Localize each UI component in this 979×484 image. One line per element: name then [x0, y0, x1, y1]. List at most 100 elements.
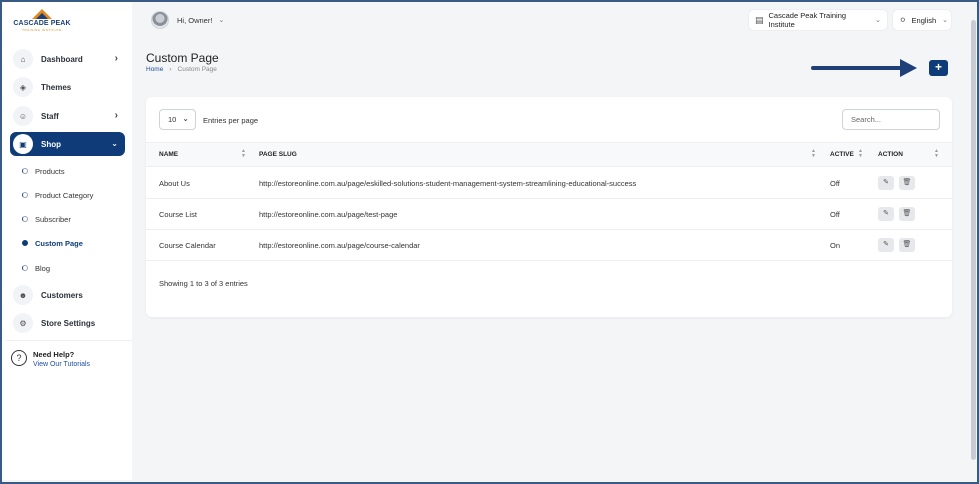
sidebar-item-themes[interactable]: ◈ Themes [10, 75, 125, 99]
sidebar-subitem-label: Custom Page [35, 238, 83, 248]
breadcrumb-home[interactable]: Home [146, 66, 163, 73]
sidebar-item-staff[interactable]: ☺ Staff › [10, 104, 125, 128]
search-input[interactable] [842, 109, 940, 130]
entries-per-page-select[interactable]: 10 ⌄ [159, 109, 196, 130]
sidebar-subitem-subscriber[interactable]: Subscriber [22, 211, 127, 227]
breadcrumb: Home › Custom Page [146, 66, 217, 73]
home-icon: ⌂ [13, 49, 33, 69]
submenu-dot-icon [22, 216, 28, 222]
help-title: Need Help? [33, 350, 75, 359]
help-box: ? Need Help? View Our Tutorials [6, 340, 132, 376]
cell-active: Off [830, 179, 840, 188]
edit-icon[interactable]: ✎ [878, 207, 894, 221]
entries-label: Entries per page [203, 116, 259, 125]
user-icon: ☻ [13, 285, 33, 305]
column-header-active[interactable]: ACTIVE [830, 151, 854, 158]
breadcrumb-current: Custom Page [177, 66, 217, 73]
table-row: Course Calendar http://estoreonline.com.… [146, 230, 952, 261]
cell-slug: http://estoreonline.com.au/page/eskilled… [259, 179, 637, 188]
language-label: English [911, 15, 937, 25]
user-menu[interactable]: Hi, Owner! ⌄ [151, 9, 224, 31]
chevron-down-icon: ⌄ [942, 17, 949, 24]
entries-value: 10 [168, 115, 177, 124]
trash-icon[interactable]: 🗑 [899, 207, 915, 221]
submenu-dot-icon [22, 168, 28, 174]
cell-slug: http://estoreonline.com.au/page/test-pag… [259, 210, 398, 219]
building-icon: ▤ [755, 14, 764, 25]
sidebar-subitem-blog[interactable]: Blog [22, 260, 127, 276]
sidebar-item-customers[interactable]: ☻ Customers [10, 283, 125, 307]
edit-icon[interactable]: ✎ [878, 176, 894, 190]
institute-selector[interactable]: ▤ Cascade Peak Training Institute ⌄ [749, 10, 887, 30]
shop-icon: ▣ [13, 134, 33, 154]
annotation-arrow-shaft [811, 66, 904, 70]
column-header-action: ACTION [878, 151, 903, 158]
sidebar-item-label: Themes [41, 82, 72, 92]
cell-slug: http://estoreonline.com.au/page/course-c… [259, 241, 420, 250]
tutorials-link[interactable]: View Our Tutorials [33, 361, 90, 368]
submenu-dot-icon [22, 192, 28, 198]
palette-icon: ◈ [13, 77, 33, 97]
custom-page-card: 10 ⌄ Entries per page NAME ▲▼ PAGE SLUG … [146, 97, 952, 317]
sidebar-subitem-custom-page[interactable]: Custom Page [22, 235, 127, 251]
table-header: NAME ▲ ▼ PAGE SLUG ▲ ▼ ACTIVE ▲ ▼ ACTION ▲ ▼ [146, 142, 952, 167]
trash-icon[interactable]: 🗑 [899, 238, 915, 252]
sidebar-item-shop[interactable]: ▣ Shop ⌄ [10, 132, 125, 156]
submenu-dot-icon [22, 265, 28, 271]
sidebar: CASCADE PEAK TRAINING INSTITUTE ⌂ Dashbo… [2, 2, 132, 480]
sort-icon[interactable]: ▲ ▼ [934, 149, 939, 159]
logo-subtitle: TRAINING INSTITUTE [22, 28, 62, 32]
chevron-right-icon: › [169, 66, 172, 73]
column-header-name[interactable]: NAME [159, 151, 178, 158]
submenu-dot-icon [22, 240, 28, 246]
logo-name: CASCADE PEAK [13, 20, 71, 27]
sort-icon[interactable]: ▲ ▼ [811, 149, 816, 159]
sidebar-item-dashboard[interactable]: ⌂ Dashboard › [10, 47, 125, 71]
table-row: Course List http://estoreonline.com.au/p… [146, 199, 952, 230]
sidebar-item-label: Store Settings [41, 318, 96, 328]
institute-name: Cascade Peak Training Institute [768, 11, 847, 29]
sort-icon[interactable]: ▲ ▼ [858, 149, 863, 159]
logo-roof-inner-icon [36, 13, 48, 19]
sidebar-item-label: Staff [41, 111, 59, 121]
cell-active: On [830, 241, 841, 250]
chevron-right-icon: › [114, 53, 118, 64]
chevron-right-icon: › [114, 110, 118, 121]
sidebar-item-label: Customers [41, 290, 83, 300]
sidebar-subitem-label: Product Category [35, 190, 94, 200]
sidebar-subitem-label: Blog [35, 263, 51, 273]
language-selector[interactable]: ⚪ English ⌄ [893, 10, 951, 30]
sidebar-subitem-label: Products [35, 166, 65, 176]
annotation-arrow-icon [900, 59, 917, 77]
cell-name: About Us [159, 179, 190, 188]
page-scrollbar[interactable] [971, 20, 976, 460]
user-greeting: Hi, Owner! [177, 15, 213, 25]
sort-icon[interactable]: ▲ ▼ [241, 149, 246, 159]
sidebar-item-store-settings[interactable]: ⚙ Store Settings [10, 311, 125, 335]
page-title: Custom Page [146, 51, 219, 65]
column-header-page-slug[interactable]: PAGE SLUG [259, 151, 297, 158]
globe-icon: ⚪ [899, 14, 907, 25]
avatar [151, 11, 169, 29]
add-page-button[interactable]: + [929, 60, 948, 76]
chevron-down-icon: ⌄ [218, 17, 225, 24]
cell-active: Off [830, 210, 840, 219]
sidebar-subitem-product-category[interactable]: Product Category [22, 187, 127, 203]
users-icon: ☺ [13, 106, 33, 126]
sidebar-item-label: Shop [41, 139, 61, 149]
cell-name: Course List [159, 210, 197, 219]
trash-icon[interactable]: 🗑 [899, 176, 915, 190]
question-icon: ? [11, 350, 27, 366]
table-row: About Us http://estoreonline.com.au/page… [146, 168, 952, 199]
sidebar-subitem-label: Subscriber [35, 214, 71, 224]
edit-icon[interactable]: ✎ [878, 238, 894, 252]
sidebar-subitem-products[interactable]: Products [22, 163, 127, 179]
chevron-down-icon: ⌄ [875, 17, 881, 24]
brand-logo[interactable]: CASCADE PEAK TRAINING INSTITUTE [11, 9, 73, 35]
chevron-down-icon: ⌄ [182, 114, 189, 123]
settings-icon: ⚙ [13, 313, 33, 333]
chevron-down-icon: ⌄ [111, 139, 118, 148]
cell-name: Course Calendar [159, 241, 216, 250]
sidebar-item-label: Dashboard [41, 54, 83, 64]
table-info: Showing 1 to 3 of 3 entries [159, 279, 248, 288]
